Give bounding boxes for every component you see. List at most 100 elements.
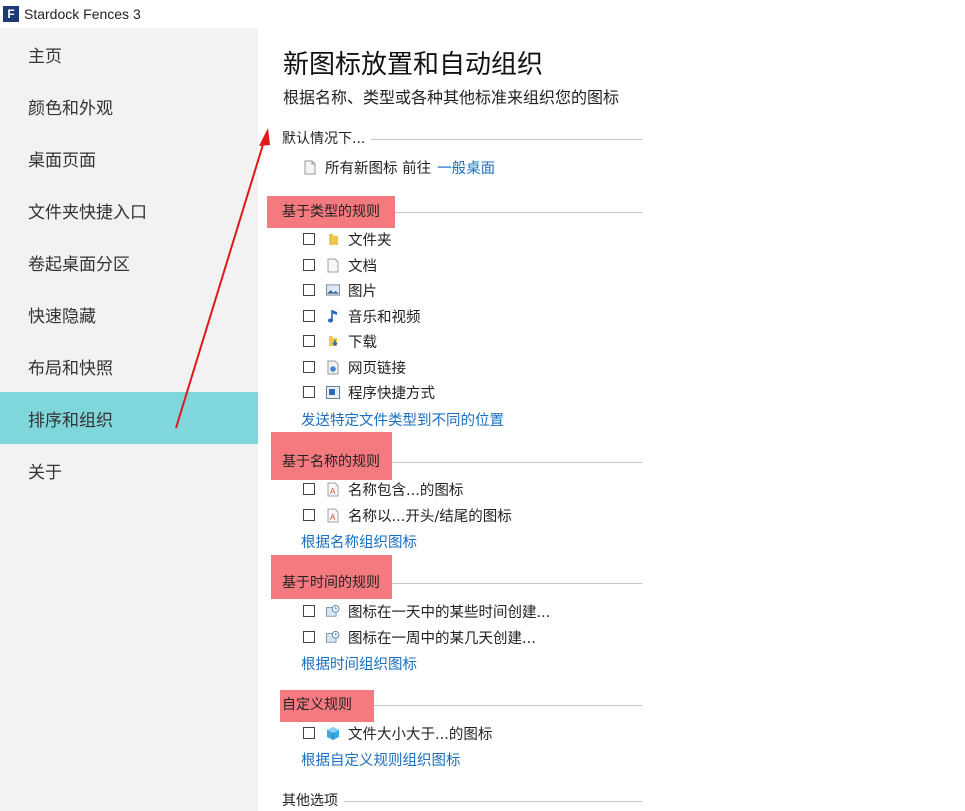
default-destination-row: 所有新图标 前往 一般桌面	[303, 156, 495, 178]
sidebar-item-quick-hide[interactable]: 快速隐藏	[0, 288, 258, 340]
sidebar-item-label: 布局和快照	[28, 354, 113, 379]
sidebar-item-label: 关于	[28, 458, 62, 483]
sidebar-item-label: 卷起桌面分区	[28, 250, 130, 275]
section-divider	[344, 801, 642, 802]
file-size-rule-checkbox[interactable]	[303, 727, 315, 739]
name-rule-icon: A	[326, 507, 340, 523]
cube-icon	[326, 725, 340, 741]
sidebar-item-label: 排序和组织	[28, 406, 113, 431]
name-rule-icon: A	[326, 481, 340, 497]
clock-icon	[326, 629, 340, 645]
other-options-header: 其他选项	[282, 790, 642, 810]
rule-label: 网页链接	[348, 357, 406, 378]
rule-label: 图标在一天中的某些时间创建...	[348, 601, 550, 622]
clock-icon	[326, 603, 340, 619]
rule-folder: 文件夹	[303, 228, 392, 250]
image-rule-checkbox[interactable]	[303, 284, 315, 296]
folder-icon	[326, 231, 340, 247]
rule-label: 图标在一周中的某几天创建...	[348, 627, 536, 648]
section-label: 基于名称的规则	[282, 451, 386, 471]
section-label: 基于类型的规则	[282, 201, 386, 221]
rule-media: 音乐和视频	[303, 305, 421, 327]
name-starts-ends-rule-checkbox[interactable]	[303, 509, 315, 521]
sidebar-item-layouts-snapshots[interactable]: 布局和快照	[0, 340, 258, 392]
rule-label: 下载	[348, 331, 377, 352]
sidebar-item-label: 主页	[28, 42, 62, 67]
rule-time-of-day: 图标在一天中的某些时间创建...	[303, 600, 550, 622]
organize-by-time-link[interactable]: 根据时间组织图标	[301, 653, 417, 674]
rule-label: 文件夹	[348, 229, 392, 250]
default-section-header: 默认情况下...	[282, 128, 642, 148]
section-label: 其他选项	[282, 790, 344, 810]
rule-label: 名称包含...的图标	[348, 479, 463, 500]
name-contains-rule-checkbox[interactable]	[303, 483, 315, 495]
document-rule-checkbox[interactable]	[303, 259, 315, 271]
section-divider	[386, 212, 642, 213]
rule-file-size: 文件大小大于...的图标	[303, 722, 492, 744]
rule-label: 程序快捷方式	[348, 382, 435, 403]
rule-label: 文件大小大于...的图标	[348, 723, 492, 744]
file-type-destinations-link[interactable]: 发送特定文件类型到不同的位置	[301, 409, 504, 430]
sidebar-item-colors-appearance[interactable]: 颜色和外观	[0, 80, 258, 132]
sidebar-item-folder-portals[interactable]: 文件夹快捷入口	[0, 184, 258, 236]
rule-web-link: 网页链接	[303, 356, 406, 378]
organize-by-custom-rules-link[interactable]: 根据自定义规则组织图标	[301, 749, 461, 770]
rule-label: 文档	[348, 255, 377, 276]
organize-by-name-link[interactable]: 根据名称组织图标	[301, 531, 417, 552]
image-icon	[326, 282, 340, 298]
sidebar-item-sort-organize[interactable]: 排序和组织	[0, 392, 258, 444]
type-rules-header: 基于类型的规则	[282, 201, 642, 221]
rule-label: 音乐和视频	[348, 306, 421, 327]
fences-app-icon: F	[3, 6, 19, 22]
web-link-rule-checkbox[interactable]	[303, 361, 315, 373]
svg-text:A: A	[330, 513, 336, 522]
rule-day-of-week: 图标在一周中的某几天创建...	[303, 626, 536, 648]
section-label: 基于时间的规则	[282, 572, 386, 592]
general-desktop-link[interactable]: 一般桌面	[437, 157, 495, 178]
music-icon	[326, 308, 340, 324]
sidebar-item-rollup[interactable]: 卷起桌面分区	[0, 236, 258, 288]
svg-text:A: A	[330, 487, 336, 496]
time-of-day-rule-checkbox[interactable]	[303, 605, 315, 617]
program-shortcut-rule-checkbox[interactable]	[303, 386, 315, 398]
sidebar-item-label: 快速隐藏	[28, 302, 96, 327]
download-rule-checkbox[interactable]	[303, 335, 315, 347]
page-subtitle: 根据名称、类型或各种其他标准来组织您的图标	[283, 84, 619, 108]
sidebar: 主页 颜色和外观 桌面页面 文件夹快捷入口 卷起桌面分区 快速隐藏 布局和快照 …	[0, 28, 258, 811]
document-icon	[326, 257, 340, 273]
section-divider	[358, 705, 642, 706]
rule-name-contains: A 名称包含...的图标	[303, 478, 463, 500]
custom-rules-header: 自定义规则	[282, 694, 642, 714]
rule-download: 下载	[303, 330, 377, 352]
window-title: Stardock Fences 3	[24, 6, 141, 22]
rule-name-starts-ends: A 名称以...开头/结尾的图标	[303, 504, 512, 526]
name-rules-header: 基于名称的规则	[282, 451, 642, 471]
sidebar-item-home[interactable]: 主页	[0, 28, 258, 80]
section-divider	[386, 462, 642, 463]
program-shortcut-icon	[326, 384, 340, 400]
page-title: 新图标放置和自动组织	[283, 44, 543, 81]
section-divider	[386, 583, 642, 584]
time-rules-header: 基于时间的规则	[282, 572, 642, 592]
rule-program-shortcut: 程序快捷方式	[303, 381, 435, 403]
sidebar-item-desktop-pages[interactable]: 桌面页面	[0, 132, 258, 184]
rule-document: 文档	[303, 254, 377, 276]
sidebar-item-label: 文件夹快捷入口	[28, 198, 147, 223]
sidebar-item-about[interactable]: 关于	[0, 444, 258, 496]
main-panel: 新图标放置和自动组织 根据名称、类型或各种其他标准来组织您的图标 默认情况下..…	[258, 28, 965, 811]
day-of-week-rule-checkbox[interactable]	[303, 631, 315, 643]
media-rule-checkbox[interactable]	[303, 310, 315, 322]
title-bar: F Stardock Fences 3	[0, 0, 965, 28]
new-file-icon	[303, 159, 317, 175]
rule-label: 图片	[348, 280, 377, 301]
rule-label: 名称以...开头/结尾的图标	[348, 505, 512, 526]
section-label: 自定义规则	[282, 694, 358, 714]
sidebar-item-label: 桌面页面	[28, 146, 96, 171]
folder-rule-checkbox[interactable]	[303, 233, 315, 245]
default-destination-text: 所有新图标 前往	[325, 157, 431, 178]
sidebar-item-label: 颜色和外观	[28, 94, 113, 119]
section-label: 默认情况下...	[282, 128, 371, 148]
web-link-icon	[326, 359, 340, 375]
download-icon	[326, 333, 340, 349]
rule-image: 图片	[303, 279, 377, 301]
